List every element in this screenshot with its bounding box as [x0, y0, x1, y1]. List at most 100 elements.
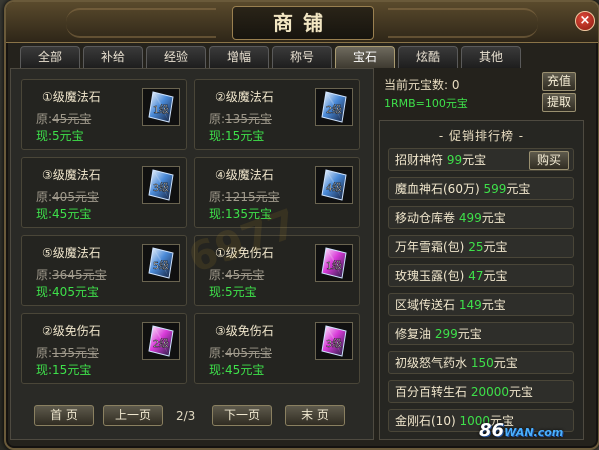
promo-item-unit: 元宝	[457, 327, 482, 341]
site-logo-main: 86	[479, 420, 505, 441]
original-price-value: 405元宝	[52, 190, 99, 204]
site-logo: 86WAN.com	[479, 420, 589, 444]
current-price-value: 45元宝	[52, 207, 92, 221]
promo-item-name: 百分百转生石	[395, 385, 471, 399]
item-original-price: 原:1215元宝	[209, 188, 280, 205]
next-page-button[interactable]: 下一页	[212, 405, 272, 426]
item-card[interactable]: ②级免伤石 原:135元宝 现:15元宝 2级	[21, 313, 187, 384]
gem-icon-slot[interactable]: 2级	[142, 322, 180, 360]
promo-item-price: 20000	[470, 385, 510, 399]
current-price-label: 现:	[36, 207, 53, 221]
tab-6[interactable]: 炫酷	[398, 46, 458, 68]
promo-item-price: 149	[458, 298, 482, 312]
original-price-label: 原:	[36, 112, 53, 126]
gem-icon: 1级	[148, 91, 174, 123]
item-current-price: 现:45元宝	[209, 361, 264, 378]
gem-icon-slot[interactable]: 1级	[315, 244, 353, 282]
promo-item-name: 移动仓库卷	[395, 211, 459, 225]
gem-level-label: 1级	[326, 260, 342, 272]
promo-item-price: 47	[468, 269, 484, 283]
title-bar[interactable]: 商铺	[6, 2, 598, 43]
recharge-button[interactable]: 充值	[542, 72, 576, 91]
promo-item-price: 299	[434, 327, 458, 341]
promo-item-name: 金刚石(10)	[395, 414, 460, 428]
promo-row[interactable]: 玫瑰玉露(包) 47元宝	[388, 264, 574, 287]
buy-button[interactable]: 购买	[529, 151, 569, 170]
title-ornament-right	[388, 8, 538, 38]
item-card[interactable]: ①级魔法石 原:45元宝 现:5元宝 1级	[21, 79, 187, 150]
original-price-value: 135元宝	[52, 346, 99, 360]
promo-row[interactable]: 区域传送石 149元宝	[388, 293, 574, 316]
current-price-value: 5元宝	[52, 129, 84, 143]
promo-item-name: 修复油	[395, 327, 435, 341]
gem-icon: 2级	[321, 91, 347, 123]
original-price-label: 原:	[209, 346, 226, 360]
promo-item-price: 99	[446, 153, 463, 167]
promo-row[interactable]: 万年雪霜(包) 25元宝	[388, 235, 574, 258]
gem-level-label: 3级	[326, 338, 342, 350]
original-price-value: 135元宝	[225, 112, 272, 126]
original-price-label: 原:	[36, 346, 53, 360]
prev-page-button[interactable]: 上一页	[103, 405, 163, 426]
item-card[interactable]: ③级魔法石原:405元宝 现:45元宝 3级	[21, 157, 187, 228]
promo-row[interactable]: 百分百转生石 20000元宝	[388, 380, 574, 403]
promo-row[interactable]: 魔血神石(60万) 599元宝	[388, 177, 574, 200]
original-price-value: 405元宝	[225, 346, 272, 360]
window-title: 商铺	[232, 6, 374, 40]
original-price-value: 1215元宝	[225, 190, 280, 204]
tab-3[interactable]: 增幅	[209, 46, 269, 68]
item-card[interactable]: ⑤级魔法石 原:3645元宝 现:405元宝 5级	[21, 235, 187, 306]
promo-row[interactable]: 初级怒气药水 150元宝	[388, 351, 574, 374]
site-logo-sub: WAN.com	[504, 426, 564, 439]
gem-level-label: 2级	[326, 104, 342, 116]
current-price-label: 现:	[209, 129, 226, 143]
gem-level-label: 3级	[153, 182, 169, 194]
gem-icon-slot[interactable]: 4级	[315, 166, 353, 204]
promo-item-name: 玫瑰玉露(包)	[395, 269, 469, 283]
item-current-price: 现:405元宝	[36, 283, 99, 300]
tab-0[interactable]: 全部	[20, 46, 80, 68]
promo-item-unit: 元宝	[483, 240, 508, 254]
first-page-button[interactable]: 首 页	[34, 405, 94, 426]
promo-item-name: 初级怒气药水	[395, 356, 471, 370]
gem-icon: 3级	[321, 325, 347, 357]
withdraw-button[interactable]: 提取	[542, 93, 576, 112]
item-name: ②级免伤石	[42, 324, 101, 338]
item-original-price: 原:45元宝	[36, 110, 91, 127]
promo-row[interactable]: 招财神符 99元宝 购买	[388, 148, 574, 171]
current-price-label: 现:	[209, 363, 226, 377]
item-card[interactable]: ③级免伤石 原:405元宝 现:45元宝 3级	[194, 313, 360, 384]
promo-item-price: 25	[468, 240, 484, 254]
tab-2[interactable]: 经验	[146, 46, 206, 68]
last-page-button[interactable]: 末 页	[285, 405, 345, 426]
current-price-value: 405元宝	[52, 285, 99, 299]
gem-icon-slot[interactable]: 2级	[315, 88, 353, 126]
gem-icon-slot[interactable]: 5级	[142, 244, 180, 282]
item-original-price: 原:135元宝	[209, 110, 272, 127]
current-price-label: 现:	[36, 285, 53, 299]
tab-4[interactable]: 称号	[272, 46, 332, 68]
original-price-label: 原:	[36, 268, 53, 282]
title-ornament-left	[66, 8, 216, 38]
item-name: ②级魔法石	[215, 90, 274, 104]
promo-item-unit: 元宝	[506, 182, 531, 196]
current-price-value: 5元宝	[225, 285, 257, 299]
promo-row[interactable]: 修复油 299元宝	[388, 322, 574, 345]
current-price-label: 现:	[36, 129, 53, 143]
promo-item-unit: 元宝	[493, 356, 518, 370]
gem-icon: 2级	[148, 325, 174, 357]
tab-1[interactable]: 补给	[83, 46, 143, 68]
ingot-balance: 当前元宝数: 0	[384, 78, 460, 92]
tab-5[interactable]: 宝石	[335, 46, 395, 68]
tab-7[interactable]: 其他	[461, 46, 521, 68]
item-original-price: 原:405元宝	[36, 188, 99, 205]
gem-icon-slot[interactable]: 3级	[315, 322, 353, 360]
promo-row[interactable]: 移动仓库卷 499元宝	[388, 206, 574, 229]
close-button[interactable]: ×	[575, 11, 595, 31]
gem-icon-slot[interactable]: 1级	[142, 88, 180, 126]
gem-icon-slot[interactable]: 3级	[142, 166, 180, 204]
promo-item-unit: 元宝	[481, 211, 506, 225]
item-card[interactable]: ②级魔法石 原:135元宝 现:15元宝 2级	[194, 79, 360, 150]
item-name: ③级魔法石	[42, 168, 101, 182]
gem-icon: 4级	[321, 169, 347, 201]
